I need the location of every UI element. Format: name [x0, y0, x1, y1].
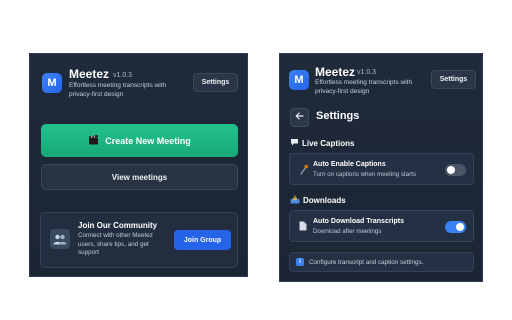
create-new-meeting-button[interactable]: Create New Meeting	[41, 124, 238, 157]
info-text: Configure transcript and caption setting…	[309, 258, 424, 266]
community-card: Join Our Community Connect with other Me…	[40, 212, 238, 268]
back-button[interactable]	[290, 108, 309, 127]
settings-button[interactable]: Settings	[431, 70, 476, 89]
join-group-button[interactable]: Join Group	[174, 230, 231, 250]
settings-button[interactable]: Settings	[193, 73, 238, 92]
app-logo: M	[42, 73, 62, 93]
settings-panel: M Meetez v1.0.3 Effortless meeting trans…	[279, 53, 483, 282]
app-name: Meetez	[315, 65, 356, 79]
inbox-tray-icon	[290, 195, 300, 206]
document-icon	[298, 220, 308, 232]
clapperboard-icon	[88, 134, 99, 147]
app-version: v1.0.3	[113, 72, 133, 79]
setting-description: Download after meetings	[313, 228, 382, 235]
home-panel: M Meetez v1.0.3 Effortless meeting trans…	[29, 53, 248, 277]
app-name: Meetez	[69, 67, 110, 81]
arrow-left-icon	[295, 112, 304, 123]
setting-description: Turn on captions when meeting starts	[313, 171, 416, 178]
setting-auto-enable-captions: Auto Enable Captions Turn on captions wh…	[289, 153, 474, 185]
view-meetings-button[interactable]: View meetings	[41, 164, 238, 190]
view-meetings-label: View meetings	[111, 172, 168, 182]
community-description: Connect with other Meetez users, share t…	[78, 232, 153, 256]
users-icon	[50, 229, 70, 249]
section-downloads: Downloads	[290, 195, 346, 206]
info-bar: i Configure transcript and caption setti…	[289, 252, 474, 272]
section-title-label: Downloads	[303, 196, 346, 205]
app-version: v1.0.3	[357, 69, 377, 76]
setting-label: Auto Download Transcripts	[313, 218, 405, 225]
info-icon: i	[296, 258, 304, 266]
auto-download-transcripts-toggle[interactable]	[445, 221, 466, 233]
create-new-meeting-label: Create New Meeting	[105, 135, 191, 146]
app-tagline: Effortless meeting transcripts with priv…	[69, 82, 167, 98]
setting-label: Auto Enable Captions	[313, 161, 386, 168]
app-tagline: Effortless meeting transcripts with priv…	[315, 79, 413, 95]
community-title: Join Our Community	[78, 221, 158, 230]
setting-auto-download-transcripts: Auto Download Transcripts Download after…	[289, 210, 474, 242]
speech-bubble-icon	[290, 138, 299, 148]
section-live-captions: Live Captions	[290, 138, 354, 148]
section-title-label: Live Captions	[302, 138, 355, 148]
toggle-knob	[447, 166, 455, 174]
settings-heading: Settings	[316, 110, 360, 122]
microphone-icon	[298, 163, 308, 175]
app-logo: M	[289, 70, 309, 90]
auto-enable-captions-toggle[interactable]	[445, 164, 466, 176]
toggle-knob	[456, 223, 464, 231]
